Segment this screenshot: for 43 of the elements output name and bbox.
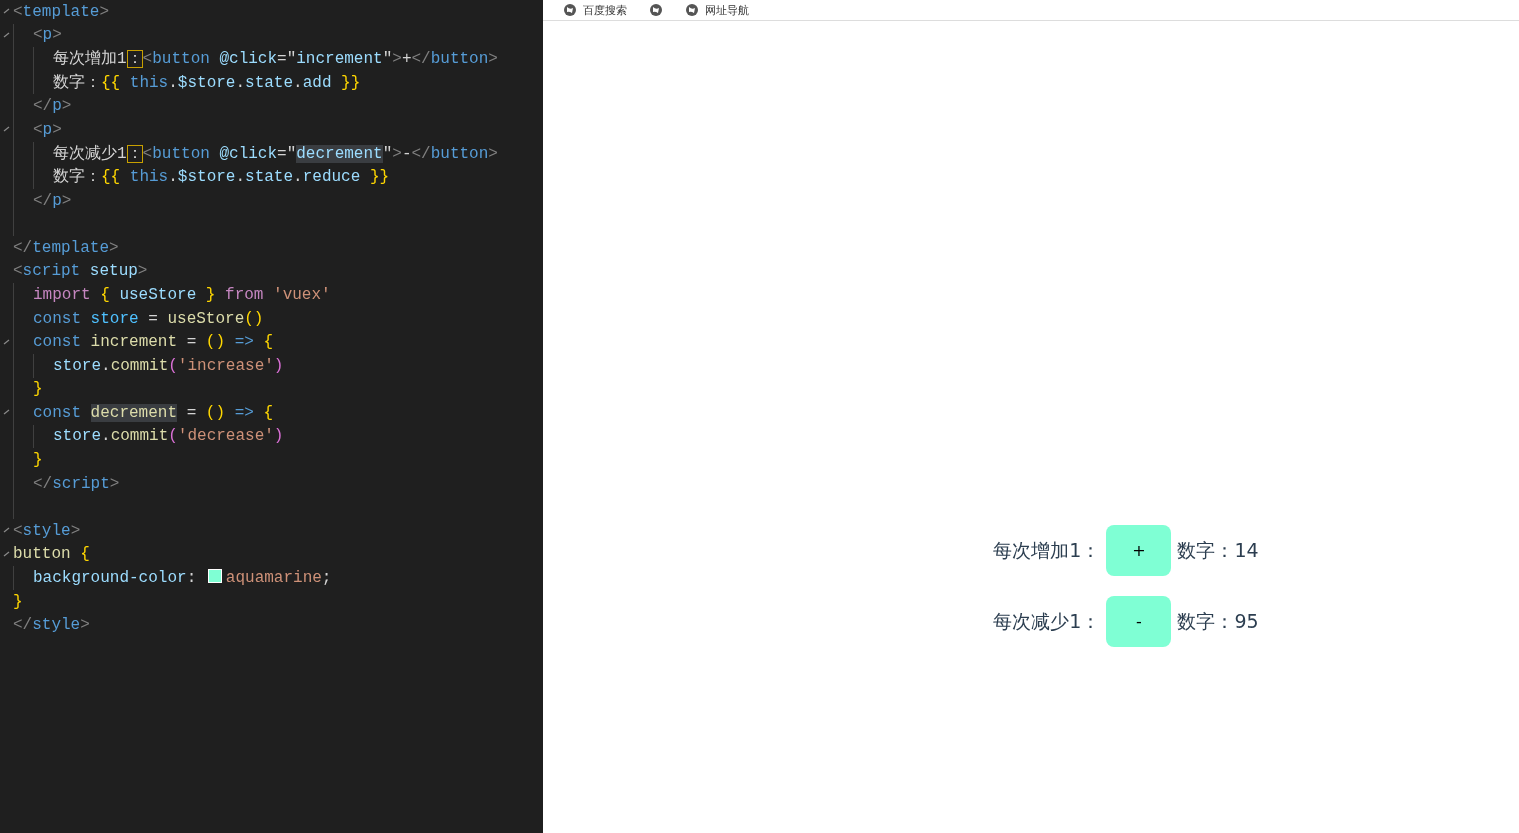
- code-line: <template>: [13, 2, 110, 21]
- bookmark-link[interactable]: 网址导航: [705, 2, 749, 18]
- globe-icon[interactable]: [649, 3, 663, 17]
- fold-chevron-icon[interactable]: [3, 8, 10, 16]
- fold-chevron-icon[interactable]: [3, 527, 10, 535]
- code-line: </script>: [33, 474, 120, 493]
- code-line: 每次增加1：<button @click="increment">+</button>: [53, 49, 498, 70]
- fold-chevron-icon[interactable]: [3, 338, 10, 346]
- code-line: background-color: aquamarine;: [33, 569, 332, 588]
- counter-label: 每次增加1：: [993, 537, 1101, 563]
- code-line: import { useStore } from 'vuex': [33, 285, 331, 304]
- code-line: </p>: [33, 97, 72, 116]
- count-text: 数字：14: [1177, 537, 1259, 563]
- code-line: const decrement = () => {: [33, 403, 274, 422]
- code-line: <p>: [33, 26, 62, 45]
- counter-label: 每次减少1：: [993, 608, 1101, 634]
- code-line: 数字：{{ this.$store.state.reduce }}: [53, 166, 390, 188]
- code-line: store.commit('increase'): [53, 356, 284, 375]
- bookmark-link[interactable]: 百度搜索: [583, 2, 627, 18]
- fold-chevron-icon[interactable]: [3, 31, 10, 39]
- code-line: <script setup>: [13, 262, 148, 281]
- code-line: 数字：{{ this.$store.state.add }}: [53, 72, 361, 94]
- code-line: </p>: [33, 191, 72, 210]
- code-line: const store = useStore(): [33, 309, 264, 328]
- fold-chevron-icon[interactable]: [3, 550, 10, 558]
- code-line: }: [13, 592, 23, 611]
- code-line: <p>: [33, 120, 62, 139]
- code-line: }: [33, 380, 43, 399]
- code-line: const increment = () => {: [33, 333, 274, 352]
- code-line: <style>: [13, 521, 81, 540]
- code-line: </style>: [13, 616, 90, 635]
- counter-button[interactable]: +: [1106, 525, 1172, 576]
- fold-chevron-icon[interactable]: [3, 409, 10, 417]
- code-line: }: [33, 451, 43, 470]
- code-line: 每次减少1：<button @click="decrement">-</button>: [53, 143, 498, 164]
- globe-icon[interactable]: [685, 3, 699, 17]
- count-text: 数字：95: [1177, 608, 1259, 634]
- code-line: button {: [13, 545, 90, 564]
- globe-icon[interactable]: [563, 3, 577, 17]
- fold-chevron-icon[interactable]: [3, 126, 10, 134]
- code-line: </template>: [13, 238, 119, 257]
- counter-button[interactable]: -: [1106, 596, 1172, 647]
- code-line: store.commit('decrease'): [53, 427, 284, 446]
